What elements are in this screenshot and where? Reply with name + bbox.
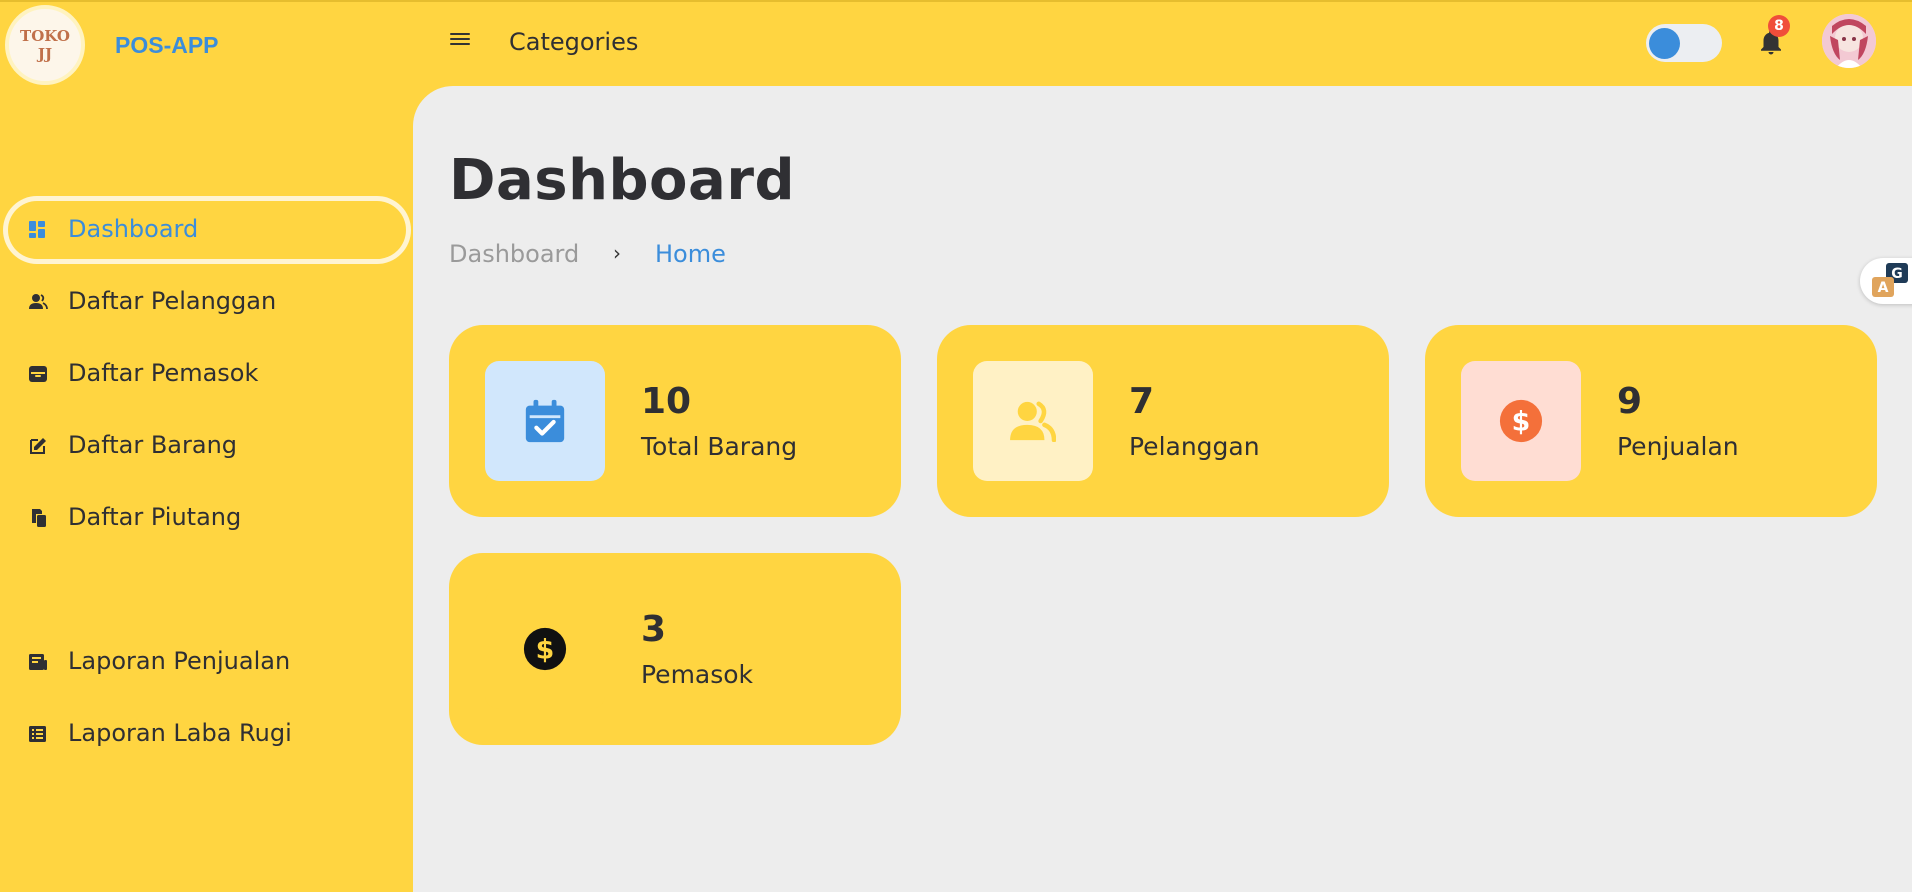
stat-value: 9 (1617, 381, 1643, 422)
dollar-icon: $ (523, 627, 567, 671)
toggle-knob (1649, 28, 1680, 59)
sidebar-item-daftar-pemasok[interactable]: Daftar Pemasok (8, 345, 406, 403)
stat-value: 3 (641, 609, 667, 650)
breadcrumb-current[interactable]: Home (655, 240, 726, 268)
theme-toggle[interactable] (1646, 24, 1722, 62)
archive-icon (29, 366, 47, 382)
sidebar-item-daftar-barang[interactable]: Daftar Barang (8, 417, 406, 475)
stat-label: Penjualan (1617, 432, 1739, 461)
notification-badge: 8 (1768, 15, 1790, 37)
header-title: Categories (509, 28, 639, 56)
top-border (0, 0, 1912, 2)
brand-name[interactable]: POS-APP (115, 32, 219, 59)
sidebar-item-label: Laporan Laba Rugi (68, 719, 292, 747)
stat-card-pemasok[interactable]: $ 3 Pemasok (449, 553, 901, 745)
stat-card-pelanggan[interactable]: 7 Pelanggan (937, 325, 1389, 517)
card-icon-box: $ (1461, 361, 1581, 481)
sidebar-item-daftar-piutang[interactable]: Daftar Piutang (8, 489, 406, 547)
sidebar-item-label: Laporan Penjualan (68, 647, 291, 675)
sidebar-item-laporan-laba-rugi[interactable]: Laporan Laba Rugi (8, 705, 406, 763)
stat-value: 7 (1129, 381, 1155, 422)
page-title: Dashboard (449, 148, 796, 213)
card-icon-box: $ (485, 589, 605, 709)
svg-text:$: $ (1512, 407, 1531, 438)
breadcrumb-root[interactable]: Dashboard (449, 240, 579, 268)
sidebar-item-label: Daftar Pelanggan (68, 287, 277, 315)
dashboard-icon (29, 221, 45, 238)
svg-text:A: A (1878, 280, 1889, 296)
users-icon (1010, 401, 1056, 442)
sidebar-item-label: Daftar Pemasok (68, 359, 259, 387)
sidebar-item-label: Daftar Piutang (68, 503, 242, 531)
stat-label: Pemasok (641, 660, 754, 689)
sidebar-item-daftar-pelanggan[interactable]: Daftar Pelanggan (8, 273, 406, 331)
svg-text:$: $ (536, 635, 555, 666)
logo-text-line1: TOKO (20, 27, 70, 45)
translate-widget[interactable]: G A (1860, 258, 1912, 304)
list-icon (29, 726, 46, 742)
stat-card-total-barang[interactable]: 10 Total Barang (449, 325, 901, 517)
card-icon-box (485, 361, 605, 481)
stat-label: Total Barang (641, 432, 798, 461)
translate-icon: G A (1872, 263, 1908, 297)
dollar-icon: $ (1499, 399, 1543, 443)
users-icon (29, 294, 48, 310)
receipt-icon (29, 654, 47, 670)
stat-card-penjualan[interactable]: $ 9 Penjualan (1425, 325, 1877, 517)
breadcrumb-separator: › (613, 241, 621, 265)
user-avatar[interactable] (1822, 14, 1876, 68)
card-icon-box (973, 361, 1093, 481)
stat-value: 10 (641, 381, 692, 422)
sidebar-item-label: Daftar Barang (68, 431, 238, 459)
logo-text-line2: JJ (37, 45, 53, 63)
sidebar-item-laporan-penjualan[interactable]: Laporan Penjualan (8, 633, 406, 691)
copy-icon (32, 509, 46, 527)
hamburger-menu-icon[interactable] (450, 30, 470, 48)
sidebar-item-label: Dashboard (68, 215, 199, 243)
sidebar-item-dashboard[interactable]: Dashboard (8, 201, 406, 259)
store-logo[interactable]: TOKO JJ (5, 5, 85, 85)
stat-label: Pelanggan (1129, 432, 1260, 461)
calendar-check-icon (525, 399, 565, 443)
edit-icon (30, 438, 46, 454)
